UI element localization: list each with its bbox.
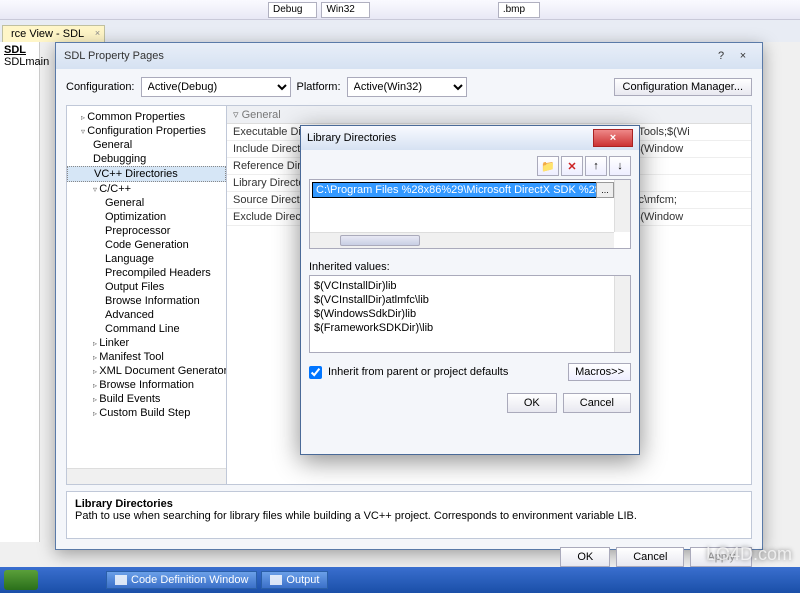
tree-debugging[interactable]: Debugging — [67, 152, 226, 166]
inh-value: $(VCInstallDir)atlmfc\lib — [314, 293, 626, 307]
solution-pane: SDL SDLmain — [0, 42, 40, 542]
configuration-label: Configuration: — [66, 81, 135, 93]
taskbar-item-code-def[interactable]: Code Definition Window — [106, 571, 257, 589]
macros-button[interactable]: Macros>> — [568, 363, 631, 381]
dialog-titlebar[interactable]: SDL Property Pages ? × — [56, 43, 762, 69]
start-button[interactable] — [4, 570, 38, 590]
browse-icon[interactable]: ... — [596, 182, 614, 198]
config-manager-button[interactable]: Configuration Manager... — [614, 78, 752, 96]
config-dropdown[interactable]: Debug — [268, 2, 317, 18]
delete-line-icon[interactable]: ✕ — [561, 156, 583, 176]
tree-browseinfo[interactable]: Browse Information — [67, 378, 226, 392]
tree-manifest[interactable]: Manifest Tool — [67, 350, 226, 364]
selected-path-input[interactable]: C:\Program Files %28x86%29\Microsoft Dir… — [312, 182, 628, 198]
tab-strip: rce View - SDL × — [0, 20, 800, 42]
tree-configuration-properties[interactable]: Configuration Properties — [67, 124, 226, 138]
dialog-title: SDL Property Pages — [64, 50, 164, 62]
description-title: Library Directories — [75, 498, 743, 510]
lib-cancel-button[interactable]: Cancel — [563, 393, 631, 413]
inherit-label: Inherit from parent or project defaults — [328, 366, 508, 378]
taskbar-item-output[interactable]: Output — [261, 571, 328, 589]
apply-button[interactable]: Apply — [690, 547, 752, 567]
window-icon — [115, 575, 127, 585]
description-text: Path to use when searching for library f… — [75, 510, 743, 522]
platform-label: Platform: — [297, 81, 341, 93]
configuration-select[interactable]: Active(Debug) — [141, 77, 291, 97]
window-icon — [270, 575, 282, 585]
lib-titlebar[interactable]: Library Directories × — [301, 126, 639, 150]
tree-scrollbar-h[interactable] — [67, 468, 226, 484]
tree-cc-general[interactable]: General — [67, 196, 226, 210]
tree-cc-codegen[interactable]: Code Generation — [67, 238, 226, 252]
tree-cc-browse[interactable]: Browse Information — [67, 294, 226, 308]
tab-resource-view[interactable]: rce View - SDL × — [2, 25, 105, 42]
tree-linker[interactable]: Linker — [67, 336, 226, 350]
config-row: Configuration: Active(Debug) Platform: A… — [66, 77, 752, 97]
tree-xmldoc[interactable]: XML Document Generator — [67, 364, 226, 378]
move-up-icon[interactable]: ↑ — [585, 156, 607, 176]
ext-dropdown[interactable]: .bmp — [498, 2, 540, 18]
move-down-icon[interactable]: ↓ — [609, 156, 631, 176]
ide-toolbar: Debug Win32 .bmp — [0, 0, 800, 20]
tree-cc-preprocessor[interactable]: Preprocessor — [67, 224, 226, 238]
ok-button[interactable]: OK — [560, 547, 610, 567]
library-directories-dialog: Library Directories × 📁 ✕ ↑ ↓ C:\Program… — [300, 125, 640, 455]
list-scrollbar-h[interactable] — [310, 232, 614, 248]
tree-cc-language[interactable]: Language — [67, 252, 226, 266]
tree-cc-cmd[interactable]: Command Line — [67, 322, 226, 336]
list-scrollbar-v[interactable] — [614, 180, 630, 232]
sdl-node[interactable]: SDL — [4, 44, 35, 56]
tab-label: rce View - SDL — [11, 28, 84, 40]
tree-common-properties[interactable]: Common Properties — [67, 110, 226, 124]
property-tree[interactable]: Common Properties Configuration Properti… — [67, 106, 227, 484]
inh-scrollbar-v[interactable] — [614, 276, 630, 352]
platform-dropdown[interactable]: Win32 — [321, 2, 369, 18]
inherited-values-label: Inherited values: — [309, 261, 631, 273]
inh-value: $(VCInstallDir)lib — [314, 279, 626, 293]
taskbar: Code Definition Window Output — [0, 567, 800, 593]
inherit-checkbox[interactable] — [309, 366, 322, 379]
tree-general[interactable]: General — [67, 138, 226, 152]
tree-cc-pch[interactable]: Precompiled Headers — [67, 266, 226, 280]
close-icon[interactable]: × — [95, 28, 100, 38]
inh-value: $(WindowsSdkDir)lib — [314, 307, 626, 321]
platform-select[interactable]: Active(Win32) — [347, 77, 467, 97]
new-line-icon[interactable]: 📁 — [537, 156, 559, 176]
grid-header: ▿ General — [227, 106, 751, 124]
help-icon[interactable]: ? — [710, 47, 732, 65]
tree-vc-directories[interactable]: VC++ Directories — [67, 166, 226, 182]
tree-buildevents[interactable]: Build Events — [67, 392, 226, 406]
tree-cc-output[interactable]: Output Files — [67, 280, 226, 294]
lib-ok-button[interactable]: OK — [507, 393, 557, 413]
lib-dialog-title: Library Directories — [307, 132, 396, 144]
inherited-values-list: $(VCInstallDir)lib $(VCInstallDir)atlmfc… — [309, 275, 631, 353]
directories-list[interactable]: C:\Program Files %28x86%29\Microsoft Dir… — [309, 179, 631, 249]
tree-cc[interactable]: C/C++ — [67, 182, 226, 196]
close-icon[interactable]: × — [593, 129, 633, 147]
close-icon[interactable]: × — [732, 47, 754, 65]
cancel-button[interactable]: Cancel — [616, 547, 684, 567]
description-panel: Library Directories Path to use when sea… — [66, 491, 752, 539]
sdlmain-node[interactable]: SDLmain — [4, 56, 35, 68]
inh-value: $(FrameworkSDKDir)\lib — [314, 321, 626, 335]
tree-cc-optimization[interactable]: Optimization — [67, 210, 226, 224]
tree-custombuild[interactable]: Custom Build Step — [67, 406, 226, 420]
tree-cc-advanced[interactable]: Advanced — [67, 308, 226, 322]
